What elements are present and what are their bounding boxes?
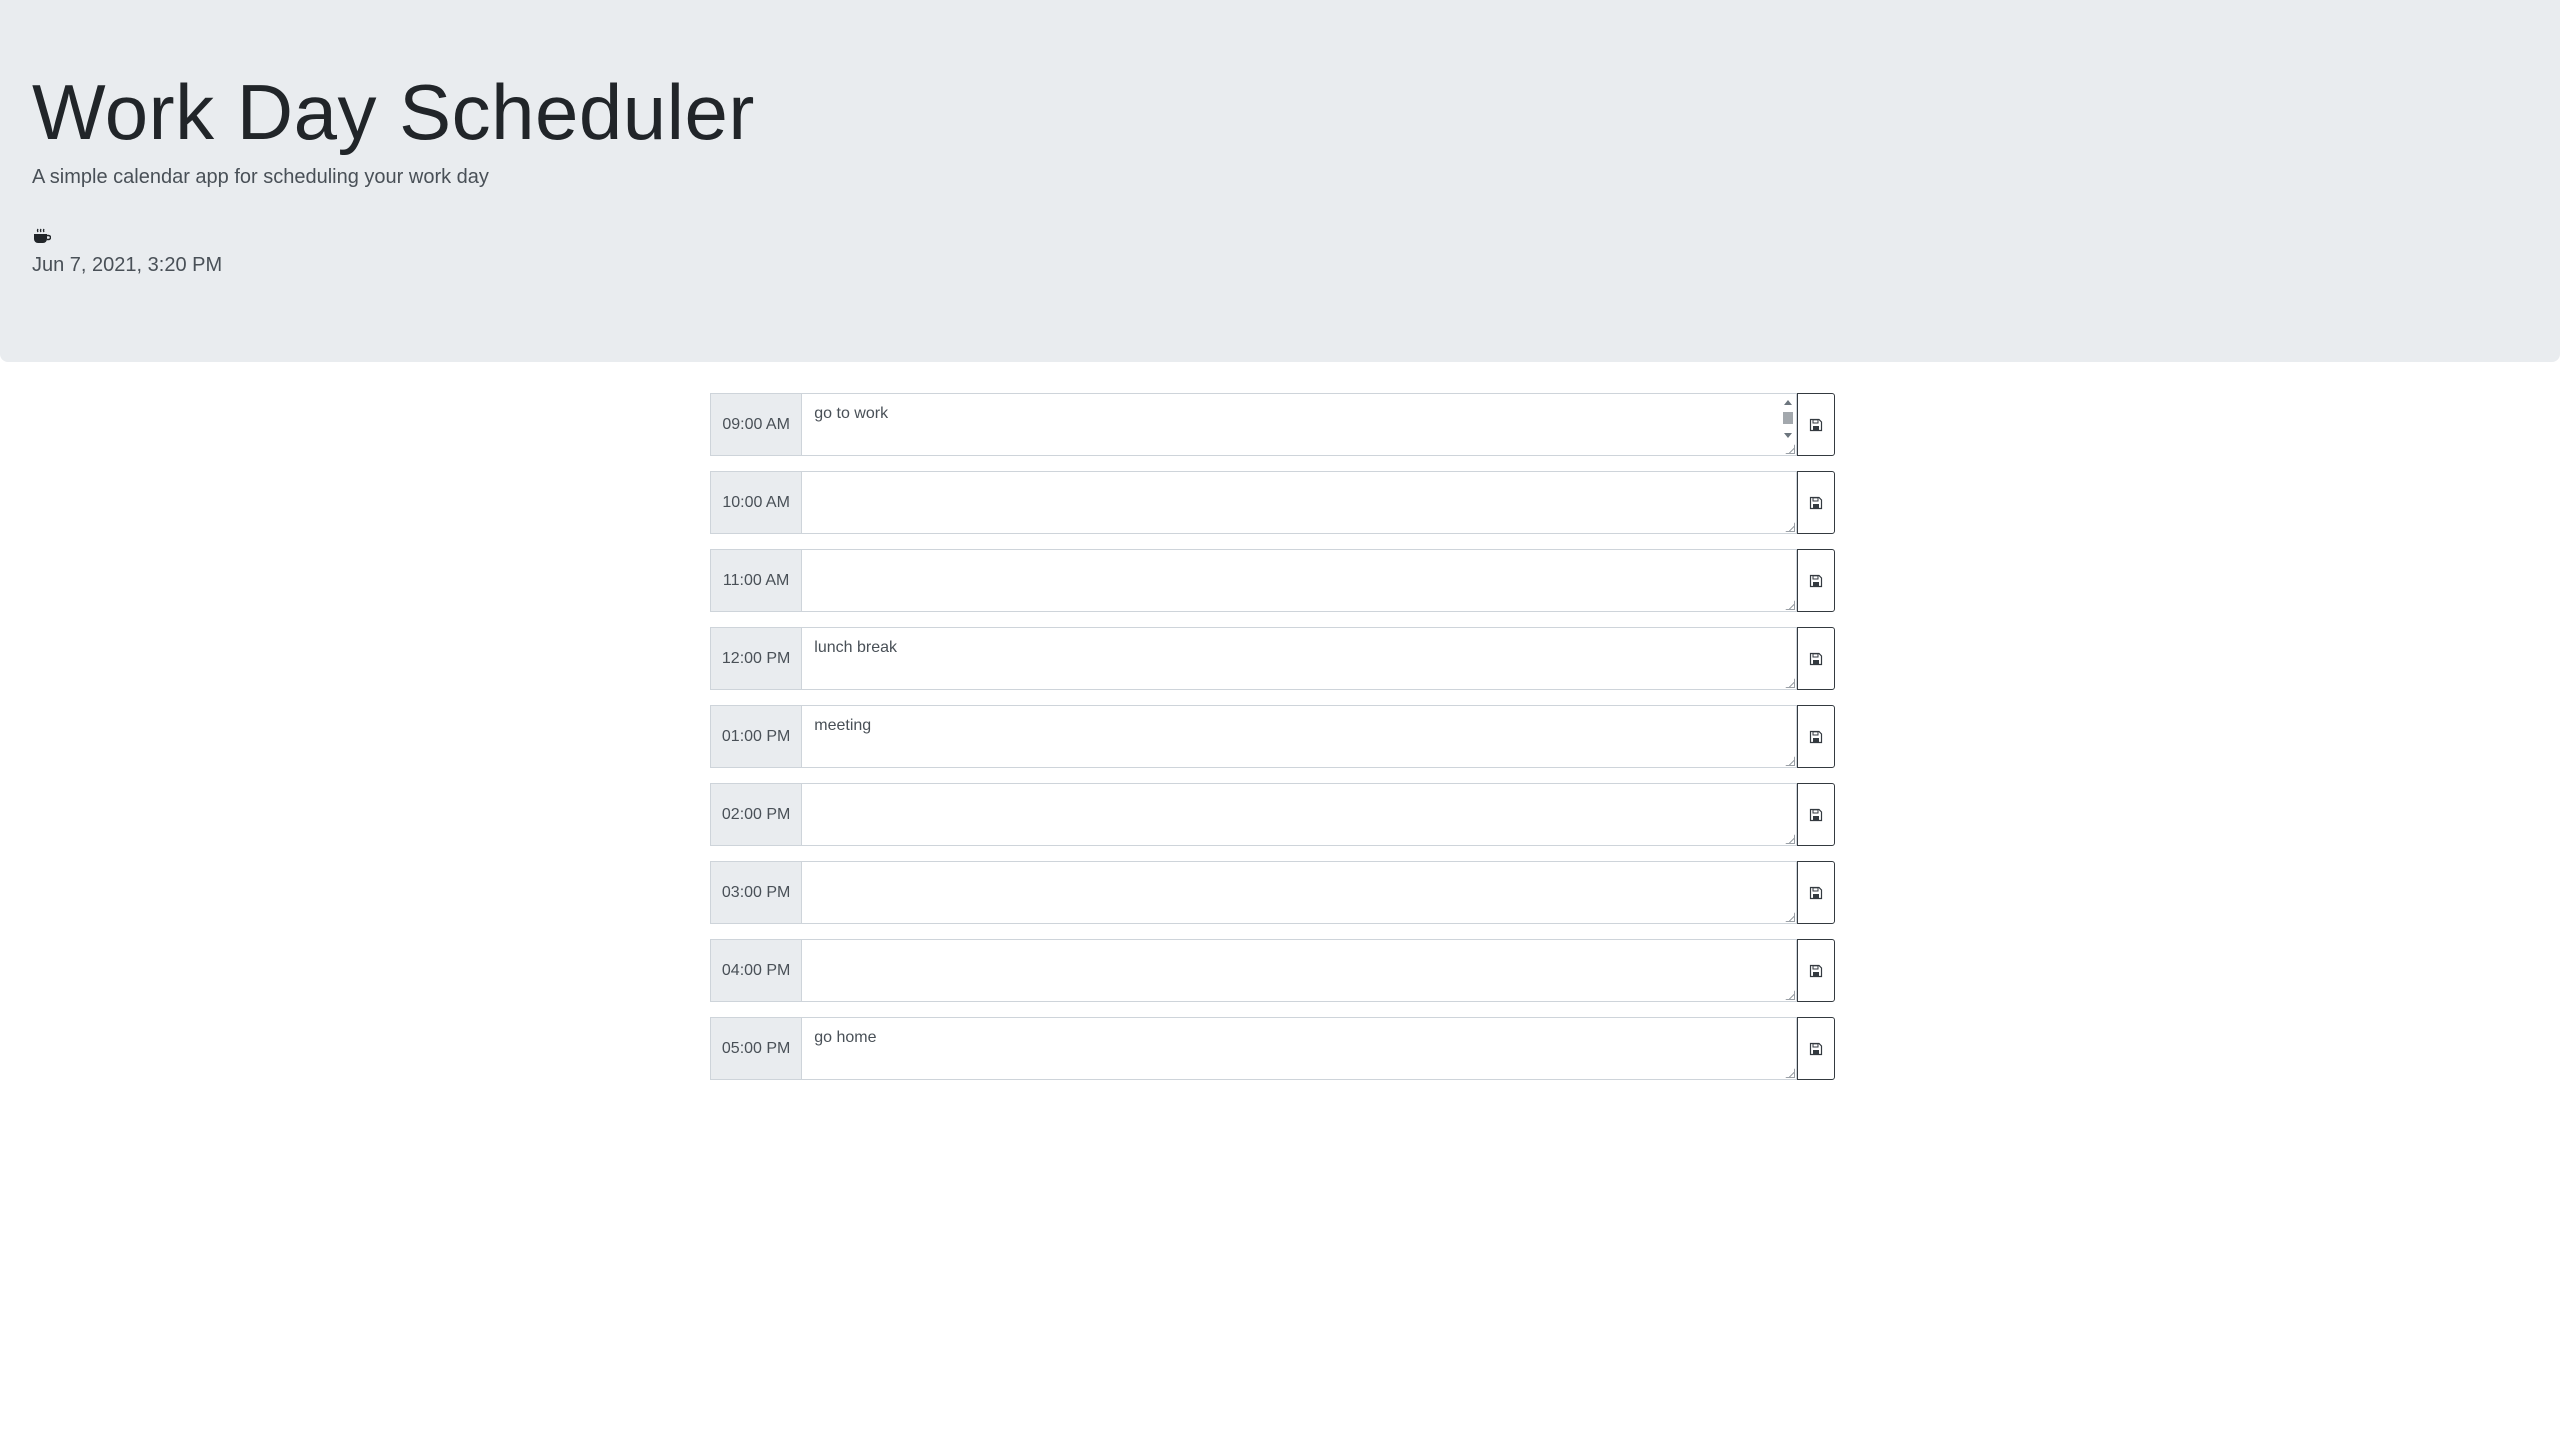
save-icon (1810, 808, 1823, 821)
event-text: go to work (814, 405, 889, 422)
hour-label: 12:00 PM (710, 627, 802, 690)
hour-label: 04:00 PM (710, 939, 802, 1002)
save-button[interactable] (1797, 627, 1835, 690)
event-text: lunch break (814, 639, 897, 656)
time-block-row: 12:00 PM lunch break (710, 627, 1835, 690)
time-block-row: 01:00 PM meeting (710, 705, 1835, 768)
hour-label: 02:00 PM (710, 783, 802, 846)
event-textarea[interactable]: meeting (801, 705, 1798, 768)
hour-label: 03:00 PM (710, 861, 802, 924)
event-textarea[interactable] (801, 471, 1798, 534)
hour-label: 10:00 AM (710, 471, 802, 534)
resize-grip-icon[interactable] (1785, 444, 1796, 454)
time-block-row: 04:00 PM (710, 939, 1835, 1002)
resize-grip-icon[interactable] (1785, 990, 1796, 1000)
time-block-row: 10:00 AM (710, 471, 1835, 534)
event-text: meeting (814, 717, 872, 734)
resize-grip-icon[interactable] (1785, 522, 1796, 532)
event-textarea[interactable]: go to work (801, 393, 1798, 456)
save-button[interactable] (1797, 471, 1835, 534)
event-textarea[interactable]: go home (801, 1017, 1798, 1080)
time-block-row: 02:00 PM (710, 783, 1835, 846)
save-icon (1810, 574, 1823, 587)
save-icon (1810, 496, 1823, 509)
scroll-up-icon[interactable] (1784, 400, 1793, 405)
event-textarea[interactable] (801, 549, 1798, 612)
event-textarea[interactable] (801, 861, 1798, 924)
schedule-container: 09:00 AM go to work 10:00 AM 11:00 AM 12… (710, 393, 1835, 1095)
event-textarea[interactable]: lunch break (801, 627, 1798, 690)
save-icon (1810, 418, 1823, 431)
event-text: go home (814, 1029, 877, 1046)
save-icon (1810, 1042, 1823, 1055)
time-block-row: 03:00 PM (710, 861, 1835, 924)
save-icon (1810, 652, 1823, 665)
current-date: Jun 7, 2021, 3:20 PM (32, 254, 223, 276)
save-button[interactable] (1797, 549, 1835, 612)
hour-label: 01:00 PM (710, 705, 802, 768)
resize-grip-icon[interactable] (1785, 600, 1796, 610)
hour-label: 11:00 AM (710, 549, 802, 612)
event-textarea[interactable] (801, 783, 1798, 846)
save-icon (1810, 886, 1823, 899)
save-icon (1810, 964, 1823, 977)
resize-grip-icon[interactable] (1785, 678, 1796, 688)
event-textarea[interactable] (801, 939, 1798, 1002)
page-subtitle: A simple calendar app for scheduling you… (32, 166, 489, 188)
hour-label: 09:00 AM (710, 393, 802, 456)
coffee-icon (34, 228, 51, 243)
time-block-row: 05:00 PM go home (710, 1017, 1835, 1080)
save-button[interactable] (1797, 1017, 1835, 1080)
save-button[interactable] (1797, 705, 1835, 768)
save-button[interactable] (1797, 783, 1835, 846)
resize-grip-icon[interactable] (1785, 912, 1796, 922)
textarea-scrollbar[interactable] (1782, 396, 1795, 442)
resize-grip-icon[interactable] (1785, 1068, 1796, 1078)
time-block-row: 11:00 AM (710, 549, 1835, 612)
page-title: Work Day Scheduler (32, 68, 755, 156)
time-block-row: 09:00 AM go to work (710, 393, 1835, 456)
save-button[interactable] (1797, 861, 1835, 924)
scroll-down-icon[interactable] (1784, 433, 1793, 438)
save-button[interactable] (1797, 939, 1835, 1002)
save-icon (1810, 730, 1823, 743)
resize-grip-icon[interactable] (1785, 834, 1796, 844)
header-jumbotron: Work Day Scheduler A simple calendar app… (0, 0, 2560, 362)
save-button[interactable] (1797, 393, 1835, 456)
resize-grip-icon[interactable] (1785, 756, 1796, 766)
hour-label: 05:00 PM (710, 1017, 802, 1080)
scroll-thumb[interactable] (1783, 412, 1794, 424)
